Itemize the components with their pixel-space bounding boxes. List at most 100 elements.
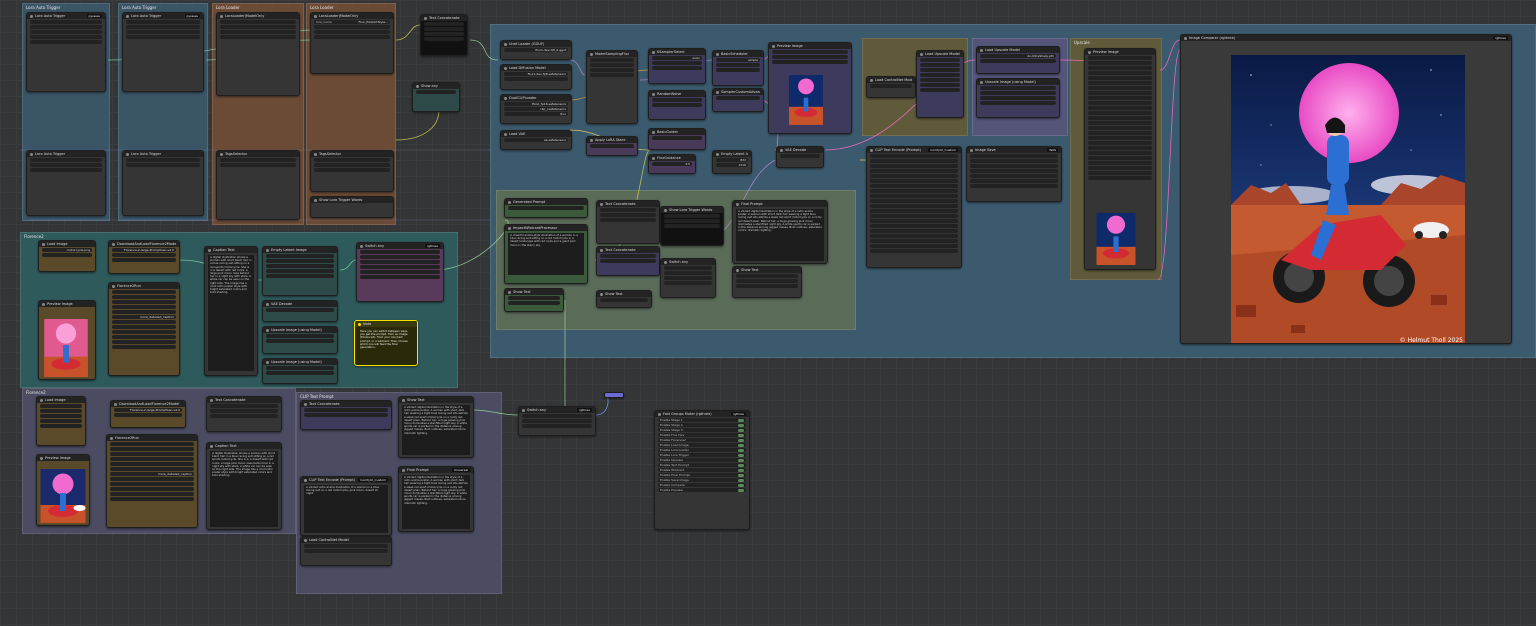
widget-row[interactable] xyxy=(1088,76,1152,80)
widget-row[interactable] xyxy=(1088,111,1152,115)
upscale-model-node[interactable]: Load Upscale Model 4x-UltraSharp.pth xyxy=(976,46,1060,74)
group-toggle-row[interactable]: Enable Stage 1 xyxy=(658,418,746,422)
flux-guidance-node[interactable]: FluxGuidance 3.5 xyxy=(648,154,696,174)
widget-row[interactable] xyxy=(110,457,194,461)
widget-row[interactable] xyxy=(870,249,958,253)
load-image-node-a[interactable]: Load Image motorcycle.png xyxy=(38,240,96,272)
vae-encode-node[interactable]: VAE Decode xyxy=(262,300,338,322)
basic-guider-node[interactable]: BasicGuider xyxy=(648,128,706,150)
florence-model-field[interactable]: Florence-2-large-PromptGen-v2.0 xyxy=(112,248,176,252)
lora-loader-model-only[interactable]: LoraLoader|ModelOnly lora_name Flux_Pixel… xyxy=(310,12,394,74)
group-toggle-row[interactable]: Enable Flux Dev xyxy=(658,433,746,437)
widget-row[interactable] xyxy=(522,419,592,423)
widget-row[interactable] xyxy=(112,253,176,257)
caption-text-node-b[interactable]: Caption Text A digital illustration show… xyxy=(206,442,282,530)
widget-row[interactable] xyxy=(870,204,958,208)
widget-row[interactable] xyxy=(1088,101,1152,105)
widget-row[interactable] xyxy=(1088,66,1152,70)
widget-row[interactable] xyxy=(126,30,200,34)
widget-row[interactable] xyxy=(652,103,702,107)
lora-trigger-node-b[interactable]: Lora Auto Trigger xyxy=(26,150,106,216)
widget-row[interactable] xyxy=(780,154,820,158)
widget-row[interactable] xyxy=(870,224,958,228)
ksampler-select-node[interactable]: KSamplerSelect euler xyxy=(648,48,706,84)
widget-row[interactable] xyxy=(112,340,176,344)
lora-trigger-node-d[interactable]: Lora Auto Trigger xyxy=(122,150,204,216)
lora-loader-node-a[interactable]: LoraLoader|ModelOnly xyxy=(216,12,300,96)
widget-row[interactable] xyxy=(424,27,464,31)
widget-row[interactable] xyxy=(1088,86,1152,90)
show-text-final-node[interactable]: Show Text xyxy=(732,266,802,298)
group-toggle-row[interactable]: Enable Stage 2 xyxy=(658,423,746,427)
clip-text-prompt-node[interactable]: CLIP Text Encode (Prompt) ComfyUI_Custom … xyxy=(300,476,392,536)
toggle-switch[interactable] xyxy=(738,423,744,427)
widget-row[interactable] xyxy=(1088,71,1152,75)
widget-row[interactable] xyxy=(980,96,1056,100)
widget-row[interactable] xyxy=(664,276,712,280)
group-toggle-row[interactable]: Enable Final Prompt xyxy=(658,473,746,477)
widget-row[interactable] xyxy=(772,50,848,54)
toggle-switch[interactable] xyxy=(738,443,744,447)
group-toggle-row[interactable]: Enable Preview xyxy=(658,488,746,492)
widget-row[interactable] xyxy=(652,98,702,102)
load-diffusion-model-node[interactable]: Load Diffusion Model flux1-dev-fp8.safet… xyxy=(500,64,572,90)
clip-type-field[interactable]: flux xyxy=(504,112,568,116)
widget-row[interactable] xyxy=(266,366,334,370)
widget-row[interactable] xyxy=(112,295,176,299)
widget-row[interactable] xyxy=(664,281,712,285)
widget-row[interactable] xyxy=(970,164,1058,168)
widget-row[interactable] xyxy=(360,265,440,269)
sampler-custom-advanced-node[interactable]: SamplerCustomAdvanced xyxy=(712,88,764,112)
widget-row[interactable] xyxy=(266,259,334,263)
widget-row[interactable] xyxy=(360,250,440,254)
widget-row[interactable] xyxy=(112,310,176,314)
widget-row[interactable] xyxy=(112,305,176,309)
toggle-switch[interactable] xyxy=(738,488,744,492)
show-text-node-b[interactable]: Show Text xyxy=(596,290,652,308)
widget-row[interactable] xyxy=(504,77,568,81)
widget-row[interactable] xyxy=(416,90,456,94)
toggle-switch[interactable] xyxy=(738,433,744,437)
clip2-field[interactable]: clip_l.safetensors xyxy=(504,107,568,111)
widget-row[interactable] xyxy=(126,35,200,39)
tags-selector-node[interactable]: TagsSelector xyxy=(310,150,394,192)
widget-row[interactable] xyxy=(870,199,958,203)
wildcard-text-area[interactable]: A cheerful anime-style illustration of a… xyxy=(508,233,584,275)
widget-row[interactable] xyxy=(980,86,1056,90)
widget-row[interactable] xyxy=(600,298,648,302)
widget-row[interactable] xyxy=(870,209,958,213)
preview-image-node-d[interactable]: Preview Image xyxy=(36,454,90,526)
widget-row[interactable] xyxy=(772,60,848,64)
widget-row[interactable] xyxy=(1088,146,1152,150)
toggle-switch[interactable] xyxy=(738,463,744,467)
widget-row[interactable] xyxy=(1088,61,1152,65)
group-toggle-row[interactable]: Enable Save Image xyxy=(658,478,746,482)
widget-row[interactable] xyxy=(424,37,464,41)
caption-text-area[interactable]: A digital illustration shows a woman wit… xyxy=(208,255,254,371)
widget-row[interactable] xyxy=(30,168,102,172)
toggle-switch[interactable] xyxy=(738,453,744,457)
widget-row[interactable] xyxy=(112,300,176,304)
widget-row[interactable] xyxy=(522,414,592,418)
widget-row[interactable] xyxy=(980,91,1056,95)
upscale-model-field[interactable]: 4x-UltraSharp.pth xyxy=(980,54,1056,58)
widget-row[interactable] xyxy=(110,492,194,496)
widget-row[interactable] xyxy=(314,168,390,172)
widget-row[interactable] xyxy=(664,266,712,270)
text-concat-node-b[interactable]: Text Concatenate xyxy=(596,246,660,276)
widget-row[interactable] xyxy=(110,442,194,446)
widget-row[interactable] xyxy=(870,189,958,193)
scheduler-field[interactable]: simple xyxy=(716,58,760,62)
widget-row[interactable] xyxy=(220,158,296,162)
widget-row[interactable] xyxy=(664,224,720,228)
empty-latent-node-b[interactable]: Empty Latent Image xyxy=(262,246,338,296)
lora-trigger-node-a[interactable]: Lora Auto Trigger pysssss xyxy=(26,12,106,92)
widget-row[interactable] xyxy=(870,214,958,218)
controlnet-node[interactable]: Load ControlNet Model xyxy=(866,76,916,98)
widget-row[interactable] xyxy=(1088,161,1152,165)
widget-row[interactable] xyxy=(970,179,1058,183)
widget-row[interactable] xyxy=(360,255,440,259)
widget-row[interactable] xyxy=(424,32,464,36)
widget-row[interactable] xyxy=(1088,56,1152,60)
load-image-node-b[interactable]: Load Image xyxy=(36,396,86,446)
